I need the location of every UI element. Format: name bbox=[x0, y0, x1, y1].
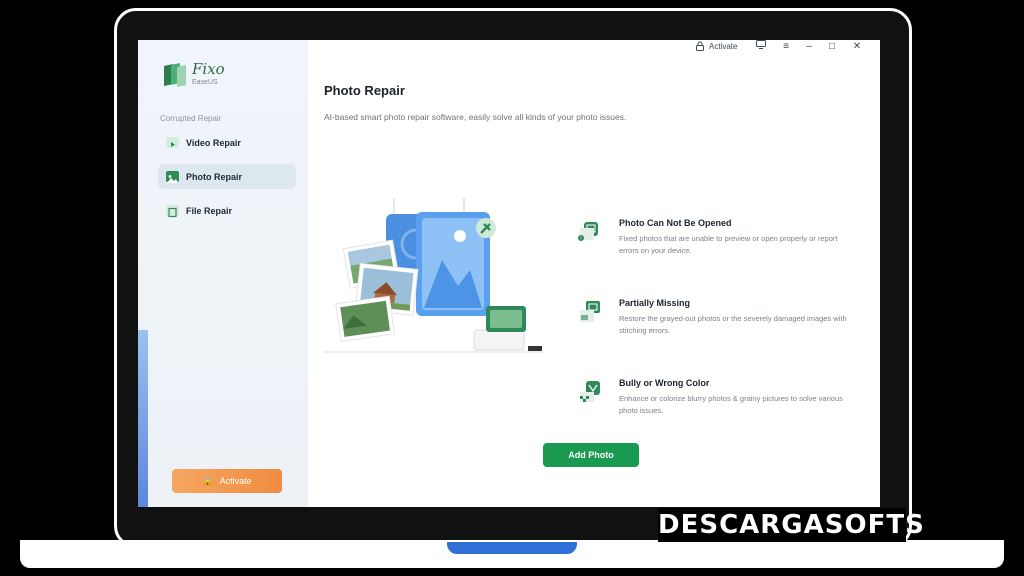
feature-title: Photo Can Not Be Opened bbox=[619, 218, 732, 228]
watermark: DESCARGASOFTS bbox=[658, 508, 925, 542]
sidebar-item-file-repair[interactable]: File Repair bbox=[158, 198, 296, 223]
sidebar-item-photo-repair[interactable]: Photo Repair bbox=[158, 164, 296, 189]
page-subtitle: AI-based smart photo repair software, ea… bbox=[324, 112, 627, 122]
video-icon bbox=[166, 137, 179, 148]
sidebar-item-label: Photo Repair bbox=[186, 171, 243, 182]
stage: Fixo EaseUS Corrupted Repair Video Repai… bbox=[0, 0, 1024, 576]
file-icon bbox=[166, 205, 179, 218]
sidebar-item-label: Video Repair bbox=[186, 137, 241, 148]
broken-image-icon: ! bbox=[578, 222, 598, 242]
photo-icon bbox=[166, 171, 179, 183]
maximize-icon[interactable]: □ bbox=[824, 40, 840, 54]
feature-description: Fixed photos that are unable to preview … bbox=[619, 234, 838, 255]
svg-text:!: ! bbox=[580, 236, 581, 242]
sidebar-section-label: Corrupted Repair bbox=[160, 114, 222, 123]
feature-description: Enhance or colorize blurry photos & grai… bbox=[619, 394, 843, 415]
activate-label: Activate bbox=[219, 476, 252, 486]
lock-icon: 🔒 bbox=[202, 475, 214, 486]
feature-title: Partially Missing bbox=[619, 298, 691, 308]
page-title: Photo Repair bbox=[324, 83, 405, 98]
app-logo: Fixo EaseUS bbox=[164, 60, 225, 87]
title-bar: Activate ≡ – □ ✕ bbox=[308, 40, 880, 56]
close-icon[interactable]: ✕ bbox=[849, 40, 865, 54]
partial-image-icon bbox=[580, 301, 600, 322]
lock-icon bbox=[696, 41, 704, 51]
titlebar-activate-button[interactable]: Activate bbox=[695, 41, 737, 51]
feature-description: Restore the grayed-out photos or the sev… bbox=[619, 314, 847, 335]
app-window: Fixo EaseUS Corrupted Repair Video Repai… bbox=[138, 40, 880, 507]
minimize-icon[interactable]: – bbox=[801, 40, 817, 54]
desktop-wallpaper-edge bbox=[138, 330, 148, 507]
feedback-icon[interactable] bbox=[753, 40, 769, 54]
add-photo-button[interactable]: Add Photo bbox=[543, 443, 639, 467]
main-panel: Photo Repair AI-based smart photo repair… bbox=[308, 56, 880, 507]
photo-repair-illustration bbox=[324, 198, 544, 353]
feature-title: Bully or Wrong Color bbox=[619, 378, 710, 388]
app-vendor: EaseUS bbox=[192, 79, 218, 86]
sidebar-item-video-repair[interactable]: Video Repair bbox=[158, 130, 296, 155]
fixo-logo-icon bbox=[164, 63, 186, 87]
sidebar-item-label: File Repair bbox=[186, 205, 233, 216]
sidebar-activate-button[interactable]: 🔒 Activate bbox=[172, 469, 282, 493]
sidebar: Fixo EaseUS Corrupted Repair Video Repai… bbox=[138, 40, 308, 507]
menu-icon[interactable]: ≡ bbox=[778, 40, 794, 54]
color-fix-icon bbox=[580, 381, 600, 402]
laptop-notch bbox=[447, 542, 577, 554]
app-name: Fixo bbox=[192, 60, 225, 78]
titlebar-activate-label: Activate bbox=[709, 41, 738, 51]
